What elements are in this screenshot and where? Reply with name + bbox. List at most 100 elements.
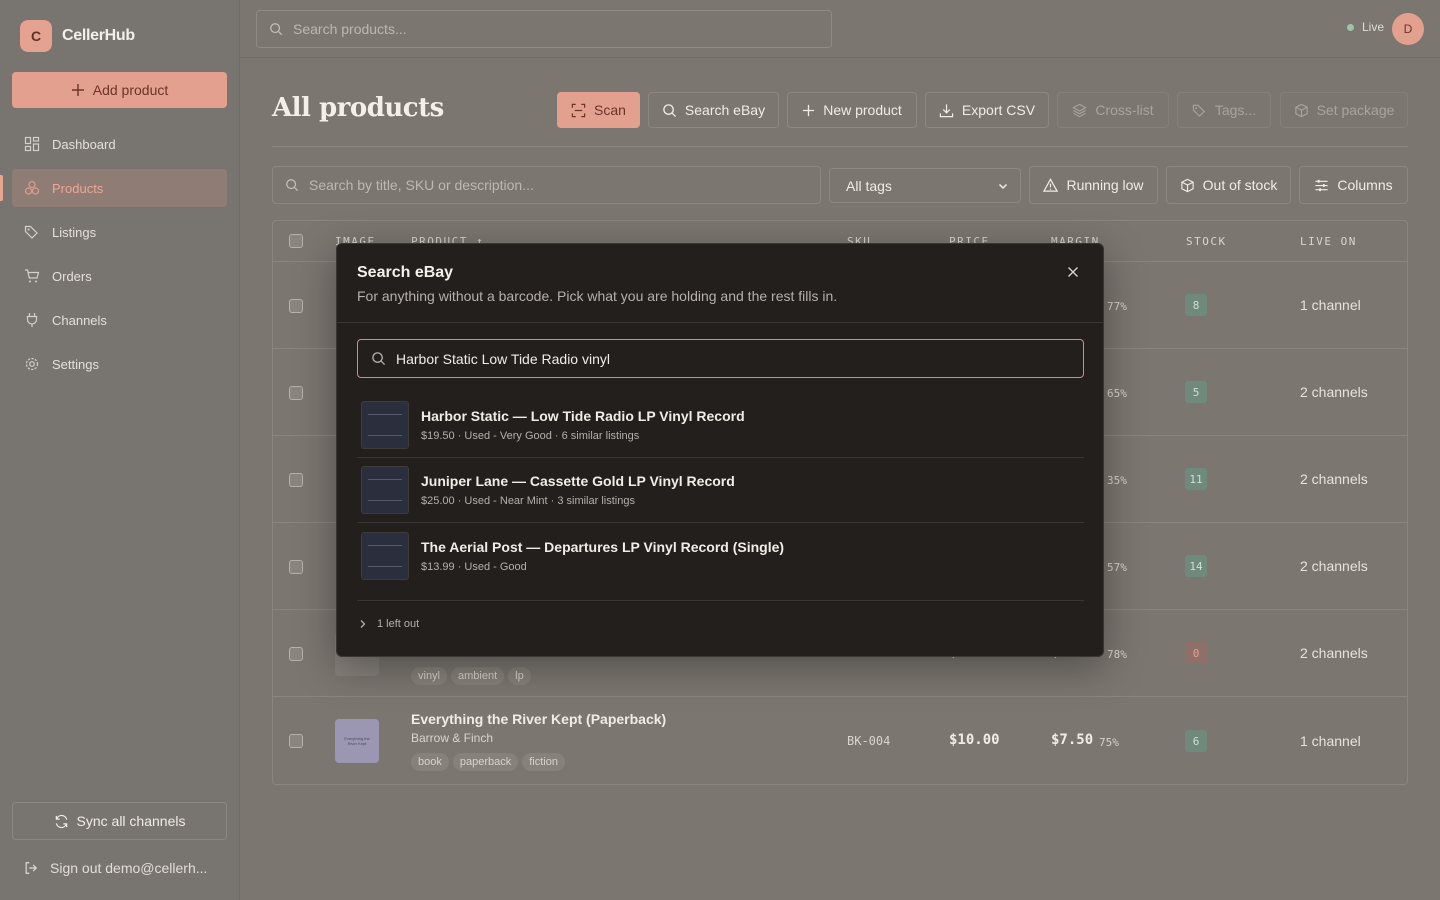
gear-icon xyxy=(25,357,39,371)
column-header-live-on[interactable]: LIVE ON xyxy=(1300,235,1357,248)
live-on-channels: 1 channel xyxy=(1300,297,1361,313)
boxes-icon xyxy=(24,180,40,195)
out-of-stock-filter[interactable]: Out of stock xyxy=(1166,166,1291,204)
add-product-button[interactable]: Add product xyxy=(12,72,227,108)
sidebar-item-listings[interactable]: Listings xyxy=(12,213,227,251)
search-result-item[interactable]: Harbor Static — Low Tide Radio LP Vinyl … xyxy=(357,393,1084,458)
row-checkbox[interactable] xyxy=(289,734,303,748)
global-search-input[interactable]: Search products... xyxy=(256,10,832,48)
margin-percent: 78% xyxy=(1107,648,1127,661)
product-tags: book paperback fiction xyxy=(411,752,569,771)
product-search-input[interactable]: Search by title, SKU or description... xyxy=(272,166,821,204)
sidebar-item-label: Products xyxy=(52,180,104,196)
margin-percent: 35% xyxy=(1107,474,1127,487)
tag-icon xyxy=(1192,104,1205,117)
tag-chip: lp xyxy=(508,667,531,685)
result-thumbnail xyxy=(361,466,409,514)
sidebar-item-products[interactable]: Products xyxy=(0,169,227,207)
results-divider xyxy=(357,600,1084,601)
sidebar-item-orders[interactable]: Orders xyxy=(12,257,227,295)
result-thumbnail xyxy=(361,401,409,449)
search-icon xyxy=(286,179,299,192)
sync-all-channels-button[interactable]: Sync all channels xyxy=(12,802,227,840)
download-icon xyxy=(939,103,954,117)
search-result-item[interactable]: Juniper Lane — Cassette Gold LP Vinyl Re… xyxy=(357,458,1084,523)
product-title[interactable]: Everything the River Kept (Paperback) xyxy=(411,711,666,727)
sign-out-label: Sign out demo@cellerh... xyxy=(50,860,208,876)
logout-icon xyxy=(25,862,38,874)
out-of-stock-label: Out of stock xyxy=(1202,177,1278,193)
search-icon xyxy=(270,23,283,36)
close-icon[interactable] xyxy=(1065,264,1081,280)
cross-list-label: Cross-list xyxy=(1095,102,1154,118)
scan-icon xyxy=(571,103,586,117)
margin-percent: 77% xyxy=(1107,300,1127,313)
live-status-label: Live xyxy=(1361,20,1384,34)
scan-button[interactable]: Scan xyxy=(557,92,640,128)
sidebar-item-settings[interactable]: Settings xyxy=(12,345,227,383)
plug-icon xyxy=(26,313,38,327)
app-logo: C xyxy=(20,20,52,52)
live-on-channels: 2 channels xyxy=(1300,384,1368,400)
grid-icon xyxy=(24,136,40,152)
scan-label: Scan xyxy=(594,102,626,118)
package-x-icon xyxy=(1180,178,1194,192)
sidebar-item-channels[interactable]: Channels xyxy=(12,301,227,339)
status-dot-icon xyxy=(1346,23,1354,31)
thumbnail-text: Everything the River Kept xyxy=(344,736,370,746)
margin-cell: $7.50 xyxy=(1051,732,1094,748)
package-icon xyxy=(1294,103,1308,117)
live-on-channels: 2 channels xyxy=(1300,645,1368,661)
tag-chip: vinyl xyxy=(411,667,448,685)
tags-button[interactable]: Tags... xyxy=(1177,92,1271,128)
search-ebay-button[interactable]: Search eBay xyxy=(648,92,779,128)
sidebar-item-dashboard[interactable]: Dashboard xyxy=(12,125,227,163)
new-product-label: New product xyxy=(823,102,902,118)
export-csv-button[interactable]: Export CSV xyxy=(925,92,1049,128)
row-checkbox[interactable] xyxy=(289,647,303,661)
chevron-right-icon xyxy=(360,620,366,628)
tags-label: Tags... xyxy=(1214,102,1257,118)
row-checkbox[interactable] xyxy=(289,299,303,313)
ebay-search-input[interactable]: Harbor Static Low Tide Radio vinyl xyxy=(357,339,1084,378)
row-checkbox[interactable] xyxy=(289,473,303,487)
sidebar-item-label: Listings xyxy=(52,224,97,240)
running-low-filter[interactable]: Running low xyxy=(1029,166,1158,204)
result-meta: $25.00 · Used - Near Mint · 3 similar li… xyxy=(421,495,635,507)
margin-percent: 57% xyxy=(1107,561,1127,574)
user-avatar[interactable]: D xyxy=(1392,13,1424,45)
sign-out-link[interactable]: Sign out demo@cellerh... xyxy=(24,860,224,876)
tag-chip: book xyxy=(411,753,449,771)
margin-percent: 75% xyxy=(1099,736,1119,749)
page-title: All products xyxy=(272,93,444,123)
brand[interactable]: C CellerHub xyxy=(20,20,135,52)
set-package-label: Set package xyxy=(1316,102,1395,118)
new-product-button[interactable]: New product xyxy=(787,92,917,128)
refresh-icon xyxy=(55,814,67,828)
price-cell: $10.00 xyxy=(949,732,1000,748)
modal-divider xyxy=(337,322,1103,323)
tag-filter-select[interactable]: All tags xyxy=(829,168,1021,203)
product-subtitle: Barrow & Finch xyxy=(411,731,494,745)
select-all-checkbox[interactable] xyxy=(289,234,303,248)
search-ebay-modal: Search eBay For anything without a barco… xyxy=(336,243,1104,657)
sidebar-item-label: Channels xyxy=(52,312,107,328)
search-result-item[interactable]: The Aerial Post — Departures LP Vinyl Re… xyxy=(357,523,1084,588)
search-icon xyxy=(372,352,386,366)
left-out-toggle[interactable]: 1 left out xyxy=(359,618,419,630)
chevron-down-icon xyxy=(998,183,1008,189)
live-on-channels: 1 channel xyxy=(1300,733,1361,749)
global-search-placeholder: Search products... xyxy=(293,21,407,37)
column-header-stock[interactable]: STOCK xyxy=(1186,235,1227,248)
row-checkbox[interactable] xyxy=(289,560,303,574)
table-row[interactable]: Everything the River Kept Everything the… xyxy=(273,697,1407,784)
product-tags: vinyl ambient lp xyxy=(411,666,535,685)
ebay-search-value: Harbor Static Low Tide Radio vinyl xyxy=(396,350,610,367)
set-package-button[interactable]: Set package xyxy=(1280,92,1408,128)
live-on-channels: 2 channels xyxy=(1300,471,1368,487)
product-search-placeholder: Search by title, SKU or description... xyxy=(309,177,534,193)
row-checkbox[interactable] xyxy=(289,386,303,400)
product-thumbnail: Everything the River Kept xyxy=(335,719,379,763)
columns-button[interactable]: Columns xyxy=(1299,166,1408,204)
cross-list-button[interactable]: Cross-list xyxy=(1057,92,1169,128)
